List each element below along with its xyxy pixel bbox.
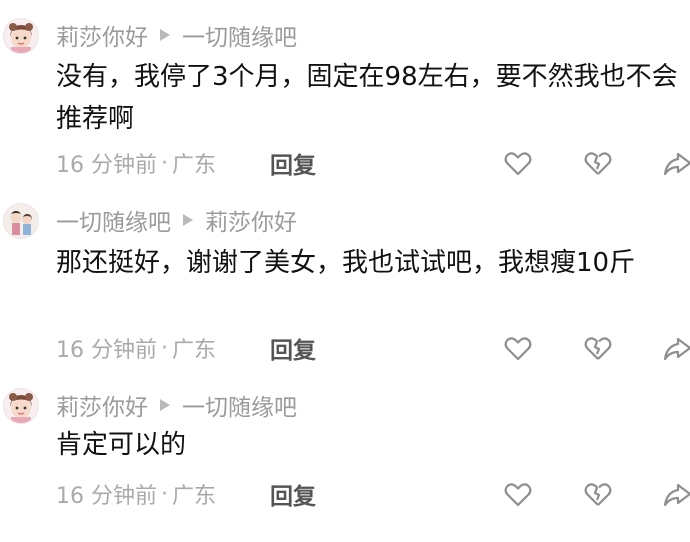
comment-text: 肯定可以的 <box>56 430 187 460</box>
girl-avatar-icon <box>9 23 33 53</box>
timestamp: 16 分钟前 <box>56 484 157 509</box>
share-icon[interactable] <box>662 148 690 178</box>
comment-text: 没有，我停了3个月，固定在98左右，要不然我也不会推荐啊 <box>56 62 678 134</box>
avatar[interactable] <box>3 18 39 54</box>
broken-heart-icon[interactable] <box>583 148 613 178</box>
heart-icon[interactable] <box>503 479 533 509</box>
girl-avatar-icon <box>9 393 33 423</box>
separator-dot: · <box>161 335 168 361</box>
heart-icon[interactable] <box>503 148 533 178</box>
reply-to-name[interactable]: 莉莎你好 <box>205 203 297 237</box>
reply-arrow-icon <box>160 29 170 41</box>
location: 广东 <box>172 338 217 363</box>
girl-avatar-icon <box>4 204 38 238</box>
comment-text: 那还挺好，谢谢了美女，我也试试吧，我想瘦10斤 <box>56 248 636 278</box>
avatar[interactable] <box>3 388 39 424</box>
reply-to-name[interactable]: 一切随缘吧 <box>182 18 297 52</box>
broken-heart-icon[interactable] <box>583 479 613 509</box>
author-name[interactable]: 一切随缘吧 <box>56 203 171 237</box>
author-name[interactable]: 莉莎你好 <box>56 388 148 422</box>
reply-to-name[interactable]: 一切随缘吧 <box>182 388 297 422</box>
broken-heart-icon[interactable] <box>583 333 613 363</box>
share-icon[interactable] <box>662 479 690 509</box>
reply-arrow-icon <box>160 399 170 411</box>
reply-button[interactable]: 回复 <box>270 331 316 365</box>
comment-meta: 16 分钟前 · 广东 <box>56 477 216 511</box>
separator-dot: · <box>161 150 168 176</box>
author-name[interactable]: 莉莎你好 <box>56 18 148 52</box>
location: 广东 <box>172 153 217 178</box>
reply-arrow-icon <box>183 214 193 226</box>
avatar[interactable] <box>3 203 39 239</box>
comment-header: 莉莎你好 一切随缘吧 <box>56 388 297 422</box>
timestamp: 16 分钟前 <box>56 153 157 178</box>
reply-button[interactable]: 回复 <box>270 477 316 511</box>
comment-meta: 16 分钟前 · 广东 <box>56 331 216 365</box>
share-icon[interactable] <box>662 333 690 363</box>
comment-header: 一切随缘吧 莉莎你好 <box>56 203 297 237</box>
comment-meta: 16 分钟前 · 广东 <box>56 146 216 180</box>
reply-button[interactable]: 回复 <box>270 146 316 180</box>
separator-dot: · <box>161 481 168 507</box>
location: 广东 <box>172 484 217 509</box>
comment-header: 莉莎你好 一切随缘吧 <box>56 18 297 52</box>
timestamp: 16 分钟前 <box>56 338 157 363</box>
heart-icon[interactable] <box>503 333 533 363</box>
